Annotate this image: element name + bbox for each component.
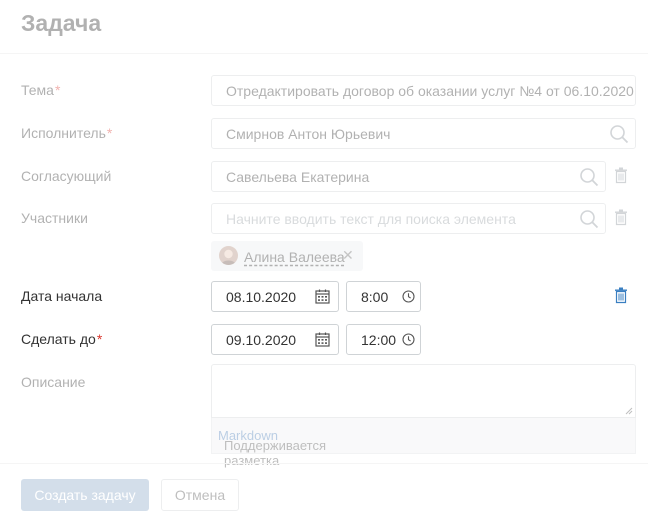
approver-label: Согласующий [21, 168, 112, 184]
trash-icon[interactable] [614, 209, 628, 226]
approver-field[interactable]: Савельева Екатерина [211, 161, 606, 192]
cancel-button[interactable]: Отмена [161, 479, 239, 511]
description-editor: Поддерживается разметка Markdown [211, 364, 636, 468]
subject-field[interactable]: Отредактировать договор об оказании услу… [211, 75, 636, 106]
due-date-value: 09.10.2020 [226, 332, 297, 348]
due-time-value: 12:00 [361, 332, 397, 348]
due-row: Сделать до* 09.10.2020 12:00 [0, 321, 648, 357]
start-time-input[interactable]: 8:00 [346, 281, 421, 312]
start-date-value: 08.10.2020 [226, 289, 297, 305]
create-task-button[interactable]: Создать задачу [21, 479, 149, 511]
subject-row: Тема* Отредактировать договор об оказани… [0, 72, 648, 108]
markdown-hint: Поддерживается разметка Markdown [211, 418, 636, 468]
participants-row: Участники Начните вводить текст для поис… [0, 200, 648, 236]
start-label: Дата начала [21, 288, 103, 304]
assignee-value: Смирнов Антон Юрьевич [226, 126, 391, 142]
dialog-header: Задача [0, 0, 648, 54]
clock-icon[interactable] [402, 333, 415, 346]
calendar-icon[interactable] [315, 332, 330, 347]
task-dialog: Задача Тема* Отредактировать договор об … [0, 0, 648, 517]
assignee-field[interactable]: Смирнов Антон Юрьевич [211, 118, 636, 149]
participants-field[interactable]: Начните вводить текст для поиска элемент… [211, 203, 606, 234]
assignee-row: Исполнитель* Смирнов Антон Юрьевич [0, 115, 648, 151]
approver-value: Савельева Екатерина [226, 169, 370, 185]
due-time-input[interactable]: 12:00 [346, 324, 421, 355]
search-icon[interactable] [609, 124, 629, 144]
clock-icon[interactable] [402, 290, 415, 303]
due-date-input[interactable]: 09.10.2020 [211, 324, 339, 355]
participants-label: Участники [21, 210, 88, 226]
start-row: Дата начала 08.10.2020 8:00 [0, 278, 648, 314]
start-time-value: 8:00 [361, 289, 389, 305]
search-icon[interactable] [579, 209, 599, 229]
trash-icon[interactable] [614, 167, 628, 184]
due-label: Сделать до* [21, 331, 103, 347]
participants-placeholder: Начните вводить текст для поиска элемент… [226, 211, 516, 227]
dialog-title: Задача [21, 10, 102, 36]
approver-row: Согласующий Савельева Екатерина [0, 158, 648, 194]
participant-name[interactable]: Алина Валеева [244, 249, 345, 265]
resize-handle-icon[interactable] [624, 406, 633, 415]
dialog-footer: Создать задачу Отмена [0, 463, 648, 517]
trash-icon[interactable] [614, 287, 628, 304]
description-label: Описание [21, 374, 86, 390]
assignee-label: Исполнитель* [21, 125, 113, 141]
avatar [219, 246, 238, 265]
remove-participant-icon[interactable]: ✕ [342, 247, 354, 264]
search-icon[interactable] [579, 167, 599, 187]
description-textarea[interactable] [211, 364, 636, 418]
calendar-icon[interactable] [315, 289, 330, 304]
subject-label: Тема* [21, 82, 61, 98]
subject-value: Отредактировать договор об оказании услу… [226, 83, 634, 99]
participant-chip[interactable]: Алина Валеева ✕ [211, 241, 363, 271]
start-date-input[interactable]: 08.10.2020 [211, 281, 339, 312]
